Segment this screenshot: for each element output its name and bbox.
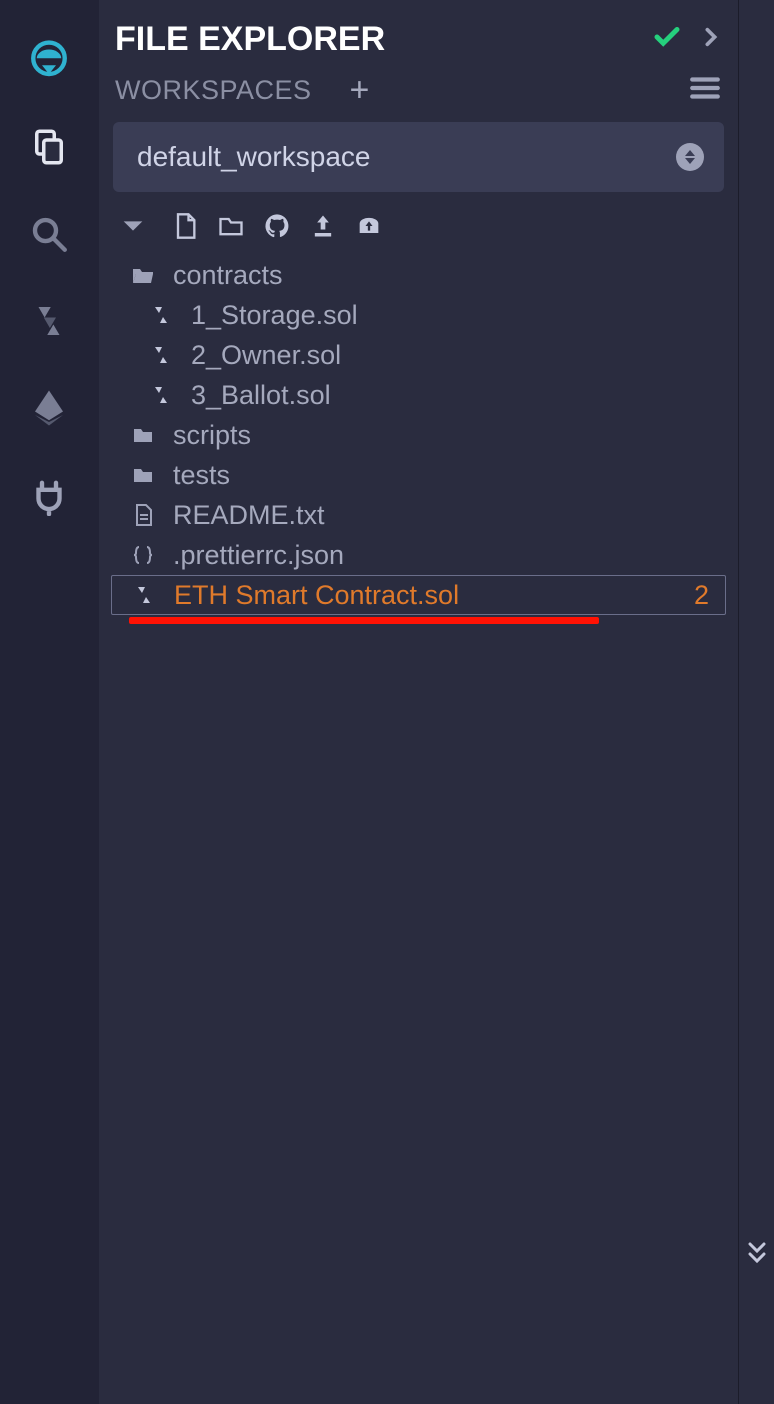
panel-title: FILE EXPLORER [115, 20, 634, 59]
folder-label: tests [173, 460, 230, 491]
workspace-selected-value: default_workspace [137, 141, 676, 173]
upload-icon[interactable] [355, 212, 383, 245]
file-label: 3_Ballot.sol [191, 380, 331, 411]
plugin-manager-icon[interactable] [19, 457, 79, 532]
file-storage[interactable]: 1_Storage.sol [111, 295, 726, 335]
folder-label: contracts [173, 260, 283, 291]
logo-icon[interactable] [19, 22, 79, 97]
collapse-caret-icon[interactable] [119, 212, 147, 245]
icon-sidebar [0, 0, 98, 1404]
file-label: .prettierrc.json [173, 540, 344, 571]
folder-icon [129, 463, 157, 487]
deploy-run-icon[interactable] [19, 370, 79, 445]
publish-icon[interactable] [309, 212, 337, 245]
folder-icon [129, 423, 157, 447]
file-owner[interactable]: 2_Owner.sol [111, 335, 726, 375]
folder-contracts[interactable]: contracts [111, 255, 726, 295]
search-icon[interactable] [19, 196, 79, 271]
panel-header: FILE EXPLORER [115, 20, 722, 59]
select-knob-icon [676, 143, 704, 171]
github-icon[interactable] [263, 212, 291, 245]
add-workspace-icon[interactable]: + [350, 71, 370, 110]
expand-chevrons-icon[interactable] [745, 1240, 769, 1273]
file-toolbar [113, 208, 726, 249]
file-icon [129, 503, 157, 527]
solidity-file-icon [130, 583, 158, 607]
file-eth-contract[interactable]: ETH Smart Contract.sol 2 [111, 575, 726, 615]
error-count: 2 [694, 580, 709, 611]
json-file-icon [129, 543, 157, 567]
folder-scripts[interactable]: scripts [111, 415, 726, 455]
new-folder-icon[interactable] [217, 212, 245, 245]
connected-check-icon[interactable] [652, 22, 682, 57]
annotation-underline [129, 617, 599, 624]
file-label: ETH Smart Contract.sol [174, 580, 459, 611]
folder-tests[interactable]: tests [111, 455, 726, 495]
chevron-right-icon[interactable] [700, 26, 722, 53]
new-file-icon[interactable] [171, 212, 199, 245]
solidity-file-icon [147, 383, 175, 407]
workspaces-label: WORKSPACES [115, 75, 312, 106]
right-gutter [738, 0, 774, 1404]
workspace-select[interactable]: default_workspace [113, 122, 724, 192]
solidity-file-icon [147, 343, 175, 367]
file-label: README.txt [173, 500, 325, 531]
file-readme[interactable]: README.txt [111, 495, 726, 535]
hamburger-menu-icon[interactable] [688, 71, 722, 110]
solidity-file-icon [147, 303, 175, 327]
folder-label: scripts [173, 420, 251, 451]
file-tree: contracts 1_Storage.sol 2_Owner.sol 3_Ba… [111, 255, 726, 624]
file-label: 2_Owner.sol [191, 340, 341, 371]
file-explorer-panel: FILE EXPLORER WORKSPACES + default_works… [98, 0, 738, 1404]
file-prettierrc[interactable]: .prettierrc.json [111, 535, 726, 575]
file-label: 1_Storage.sol [191, 300, 358, 331]
solidity-compiler-icon[interactable] [19, 283, 79, 358]
file-ballot[interactable]: 3_Ballot.sol [111, 375, 726, 415]
workspaces-row: WORKSPACES + [115, 71, 722, 110]
folder-open-icon [129, 263, 157, 287]
file-explorer-icon[interactable] [19, 109, 79, 184]
